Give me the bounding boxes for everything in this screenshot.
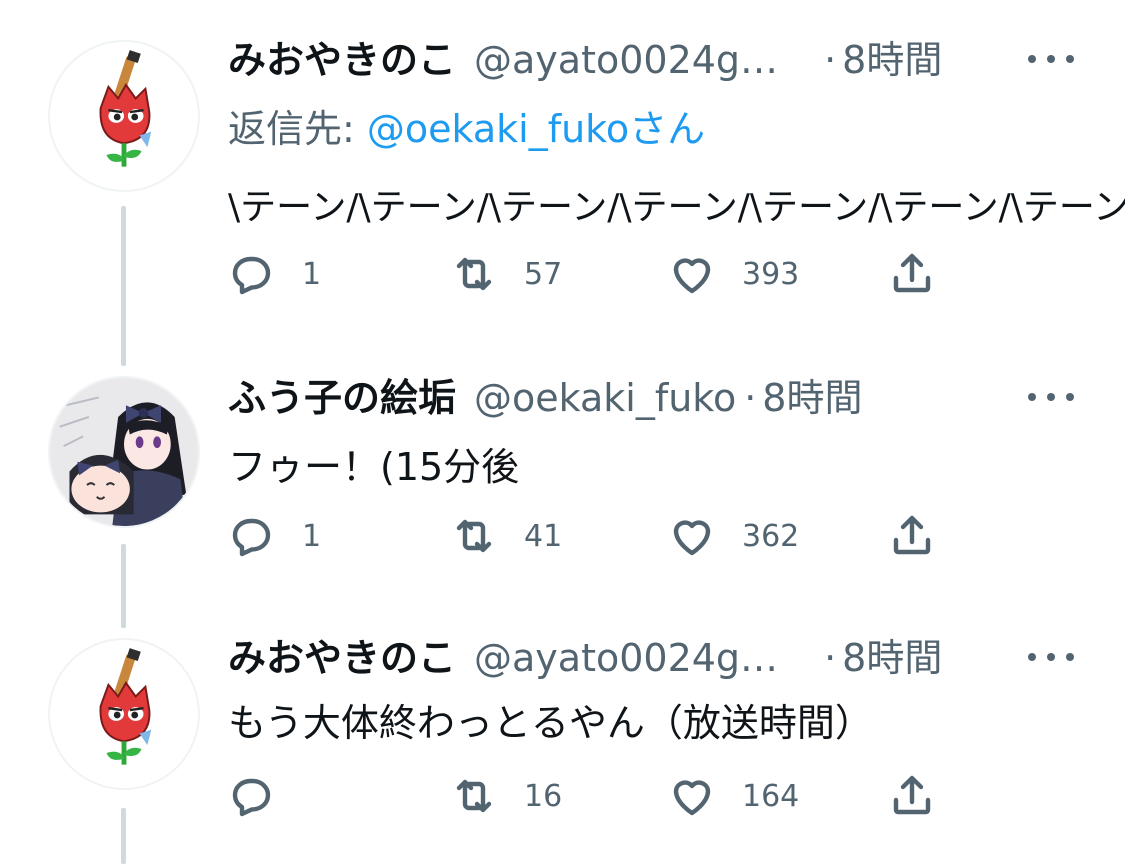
retweet-icon [456, 257, 492, 291]
like-button[interactable]: 362 [668, 508, 799, 564]
tweet-text: もう大体終わっとるやん（放送時間） [228, 701, 873, 745]
tweet[interactable]: みおやきのこ @ayato0024g… · 8時間 もう大体終わっとるやん（放送… [0, 628, 1125, 864]
avatar[interactable] [48, 638, 200, 790]
share-icon [893, 775, 931, 815]
tweet[interactable]: ふう子の絵垢 @oekaki_fuko · 8時間 フゥー！(15分後 1 41… [0, 368, 1125, 600]
retweet-count: 16 [524, 778, 563, 814]
like-button[interactable]: 393 [668, 246, 799, 302]
avatar[interactable] [48, 376, 200, 528]
retweet-icon [456, 519, 492, 553]
reply-mention-link[interactable]: @oekaki_fukoさん [367, 107, 705, 151]
display-name[interactable]: みおやきのこ [228, 30, 456, 90]
reply-button[interactable]: 1 [228, 508, 321, 564]
reply-count: 1 [302, 518, 322, 554]
user-handle[interactable]: @ayato0024g… [474, 30, 778, 90]
tweet-header: みおやきのこ @ayato0024g… · 8時間 [228, 30, 942, 90]
tweet-time[interactable]: 8時間 [842, 628, 942, 688]
avatar[interactable] [48, 40, 200, 192]
user-handle[interactable]: @ayato0024g… [474, 628, 778, 688]
share-icon [893, 515, 931, 555]
share-button[interactable] [888, 768, 936, 824]
heart-icon [673, 780, 711, 816]
display-name[interactable]: ふう子の絵垢 [228, 368, 456, 428]
more-options-icon[interactable] [1028, 382, 1074, 412]
reply-icon [232, 518, 271, 557]
separator-dot: · [744, 376, 757, 420]
share-icon [893, 253, 931, 293]
tweet-text: フゥー！(15分後 [228, 445, 520, 489]
like-count: 393 [742, 256, 800, 292]
retweet-icon [456, 779, 492, 813]
like-button[interactable]: 164 [668, 768, 799, 824]
display-name[interactable]: みおやきのこ [228, 628, 456, 688]
retweet-button[interactable]: 57 [450, 246, 562, 302]
more-options-icon[interactable] [1028, 642, 1074, 672]
tweet-text: \テーン/\テーン/\テーン/\テーン/\テーン/\テーン/\テーン/… [228, 187, 1125, 228]
retweet-button[interactable]: 16 [450, 768, 562, 824]
tweet-actions: 16 164 [228, 768, 988, 824]
tulip-character-icon [50, 640, 198, 788]
user-handle[interactable]: @oekaki_fuko [474, 368, 736, 428]
like-count: 164 [742, 778, 800, 814]
more-options-icon[interactable] [1028, 44, 1074, 74]
share-button[interactable] [888, 246, 936, 302]
share-button[interactable] [888, 508, 936, 564]
tweet[interactable]: みおやきのこ @ayato0024g… · 8時間 返信先: @oekaki_f… [0, 30, 1125, 320]
tweet-actions: 1 57 393 [228, 246, 988, 302]
reply-to-label: 返信先: [228, 107, 367, 151]
retweet-button[interactable]: 41 [450, 508, 562, 564]
reply-count: 1 [302, 256, 322, 292]
heart-icon [673, 258, 711, 294]
reply-icon [232, 778, 271, 817]
reply-button[interactable] [228, 768, 302, 824]
anime-girl-avatar [50, 378, 198, 526]
retweet-count: 57 [524, 256, 563, 292]
tweet-time[interactable]: 8時間 [762, 368, 862, 428]
tulip-character-icon [50, 42, 198, 190]
reply-icon [232, 256, 271, 295]
separator-dot: · [824, 38, 837, 82]
tweet-time[interactable]: 8時間 [842, 30, 942, 90]
like-count: 362 [742, 518, 800, 554]
reply-button[interactable]: 1 [228, 246, 321, 302]
tweet-header: みおやきのこ @ayato0024g… · 8時間 [228, 628, 942, 688]
retweet-count: 41 [524, 518, 563, 554]
separator-dot: · [824, 636, 837, 680]
tweet-header: ふう子の絵垢 @oekaki_fuko · 8時間 [228, 368, 862, 428]
heart-icon [673, 520, 711, 556]
reply-to: 返信先: @oekaki_fukoさん [228, 98, 705, 153]
tweet-actions: 1 41 362 [228, 508, 988, 564]
